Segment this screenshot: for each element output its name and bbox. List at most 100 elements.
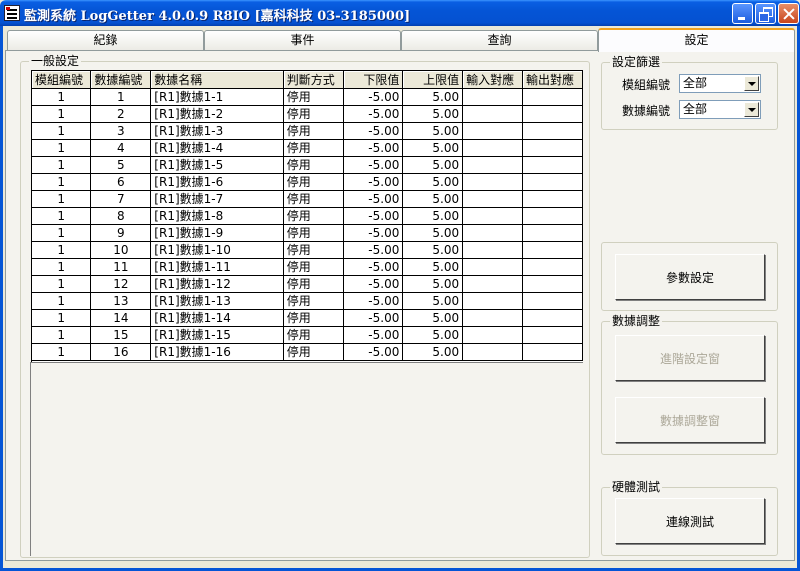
cell-upper-limit[interactable]: 5.00 [402, 156, 464, 174]
cell-data-name[interactable]: [R1]數據1-10 [150, 241, 284, 259]
cell-output-map[interactable] [522, 326, 583, 344]
cell-judge-mode[interactable]: 停用 [283, 343, 344, 361]
cell-upper-limit[interactable]: 5.00 [402, 343, 464, 361]
cell-input-map[interactable] [462, 139, 524, 157]
cell-module[interactable]: 1 [32, 190, 92, 208]
cell-lower-limit[interactable]: -5.00 [343, 156, 404, 174]
cell-module[interactable]: 1 [32, 88, 92, 106]
cell-lower-limit[interactable]: -5.00 [343, 190, 404, 208]
cell-data-name[interactable]: [R1]數據1-12 [150, 275, 284, 293]
settings-grid[interactable]: 模組編號 數據編號 數據名稱 判斷方式 下限值 上限值 輸入對應 輸出對應 11… [31, 70, 583, 362]
cell-judge-mode[interactable]: 停用 [283, 139, 344, 157]
column-header-data-name[interactable]: 數據名稱 [150, 71, 284, 89]
cell-lower-limit[interactable]: -5.00 [343, 292, 404, 310]
cell-output-map[interactable] [522, 258, 583, 276]
cell-lower-limit[interactable]: -5.00 [343, 88, 404, 106]
cell-upper-limit[interactable]: 5.00 [402, 292, 464, 310]
minimize-button[interactable] [732, 3, 753, 24]
cell-upper-limit[interactable]: 5.00 [402, 207, 464, 225]
column-header-module[interactable]: 模組編號 [32, 71, 92, 89]
cell-module[interactable]: 1 [32, 241, 92, 259]
column-header-upper-limit[interactable]: 上限值 [402, 71, 464, 89]
cell-judge-mode[interactable]: 停用 [283, 173, 344, 191]
cell-input-map[interactable] [462, 309, 524, 327]
cell-judge-mode[interactable]: 停用 [283, 258, 344, 276]
cell-data-name[interactable]: [R1]數據1-8 [150, 207, 284, 225]
tab-events[interactable]: 事件 [204, 30, 401, 50]
cell-output-map[interactable] [522, 105, 583, 123]
cell-judge-mode[interactable]: 停用 [283, 88, 344, 106]
table-row[interactable]: 1 8 [R1]數據1-8 停用 -5.00 5.00 [32, 207, 583, 225]
cell-data-name[interactable]: [R1]數據1-6 [150, 173, 284, 191]
cell-lower-limit[interactable]: -5.00 [343, 241, 404, 259]
cell-data-no[interactable]: 2 [90, 105, 152, 123]
cell-module[interactable]: 1 [32, 156, 92, 174]
chevron-down-icon[interactable] [744, 76, 759, 91]
data-filter-select[interactable]: 全部 [679, 100, 761, 119]
table-row[interactable]: 1 3 [R1]數據1-3 停用 -5.00 5.00 [32, 122, 583, 140]
table-row[interactable]: 1 9 [R1]數據1-9 停用 -5.00 5.00 [32, 224, 583, 242]
table-row[interactable]: 1 6 [R1]數據1-6 停用 -5.00 5.00 [32, 173, 583, 191]
cell-judge-mode[interactable]: 停用 [283, 241, 344, 259]
cell-module[interactable]: 1 [32, 224, 92, 242]
data-adjust-window-button[interactable]: 數據調整窗 [615, 397, 765, 443]
table-row[interactable]: 1 13 [R1]數據1-13 停用 -5.00 5.00 [32, 292, 583, 310]
cell-input-map[interactable] [462, 173, 524, 191]
cell-judge-mode[interactable]: 停用 [283, 326, 344, 344]
cell-lower-limit[interactable]: -5.00 [343, 224, 404, 242]
cell-output-map[interactable] [522, 88, 583, 106]
cell-upper-limit[interactable]: 5.00 [402, 88, 464, 106]
cell-upper-limit[interactable]: 5.00 [402, 309, 464, 327]
cell-data-name[interactable]: [R1]數據1-7 [150, 190, 284, 208]
cell-input-map[interactable] [462, 241, 524, 259]
table-row[interactable]: 1 14 [R1]數據1-14 停用 -5.00 5.00 [32, 309, 583, 327]
cell-lower-limit[interactable]: -5.00 [343, 309, 404, 327]
params-settings-button[interactable]: 參數設定 [615, 254, 765, 300]
cell-data-name[interactable]: [R1]數據1-1 [150, 88, 284, 106]
cell-output-map[interactable] [522, 309, 583, 327]
cell-input-map[interactable] [462, 105, 524, 123]
cell-upper-limit[interactable]: 5.00 [402, 122, 464, 140]
cell-data-no[interactable]: 14 [90, 309, 152, 327]
title-bar[interactable]: 監測系統 LogGetter 4.0.0.9 R8IO [嘉科科技 03-318… [0, 0, 800, 26]
cell-output-map[interactable] [522, 173, 583, 191]
cell-input-map[interactable] [462, 343, 524, 361]
cell-upper-limit[interactable]: 5.00 [402, 173, 464, 191]
cell-output-map[interactable] [522, 224, 583, 242]
cell-data-name[interactable]: [R1]數據1-15 [150, 326, 284, 344]
column-header-judge-mode[interactable]: 判斷方式 [283, 71, 344, 89]
cell-module[interactable]: 1 [32, 258, 92, 276]
cell-input-map[interactable] [462, 224, 524, 242]
cell-lower-limit[interactable]: -5.00 [343, 105, 404, 123]
cell-data-no[interactable]: 16 [90, 343, 152, 361]
cell-output-map[interactable] [522, 292, 583, 310]
cell-data-no[interactable]: 8 [90, 207, 152, 225]
tab-query[interactable]: 查詢 [401, 30, 598, 50]
cell-output-map[interactable] [522, 156, 583, 174]
cell-data-name[interactable]: [R1]數據1-3 [150, 122, 284, 140]
cell-lower-limit[interactable]: -5.00 [343, 122, 404, 140]
table-row[interactable]: 1 5 [R1]數據1-5 停用 -5.00 5.00 [32, 156, 583, 174]
cell-data-name[interactable]: [R1]數據1-2 [150, 105, 284, 123]
cell-lower-limit[interactable]: -5.00 [343, 343, 404, 361]
cell-data-no[interactable]: 15 [90, 326, 152, 344]
cell-data-no[interactable]: 1 [90, 88, 152, 106]
cell-module[interactable]: 1 [32, 122, 92, 140]
cell-module[interactable]: 1 [32, 275, 92, 293]
cell-data-no[interactable]: 7 [90, 190, 152, 208]
cell-input-map[interactable] [462, 326, 524, 344]
close-button[interactable] [778, 3, 799, 24]
cell-data-name[interactable]: [R1]數據1-9 [150, 224, 284, 242]
column-header-output-map[interactable]: 輸出對應 [522, 71, 583, 89]
cell-data-no[interactable]: 10 [90, 241, 152, 259]
connection-test-button[interactable]: 連線測試 [615, 498, 765, 544]
advanced-settings-button[interactable]: 進階設定窗 [615, 335, 765, 381]
cell-module[interactable]: 1 [32, 207, 92, 225]
table-row[interactable]: 1 11 [R1]數據1-11 停用 -5.00 5.00 [32, 258, 583, 276]
cell-judge-mode[interactable]: 停用 [283, 292, 344, 310]
cell-judge-mode[interactable]: 停用 [283, 156, 344, 174]
column-header-input-map[interactable]: 輸入對應 [462, 71, 524, 89]
table-row[interactable]: 1 12 [R1]數據1-12 停用 -5.00 5.00 [32, 275, 583, 293]
cell-upper-limit[interactable]: 5.00 [402, 326, 464, 344]
cell-judge-mode[interactable]: 停用 [283, 207, 344, 225]
